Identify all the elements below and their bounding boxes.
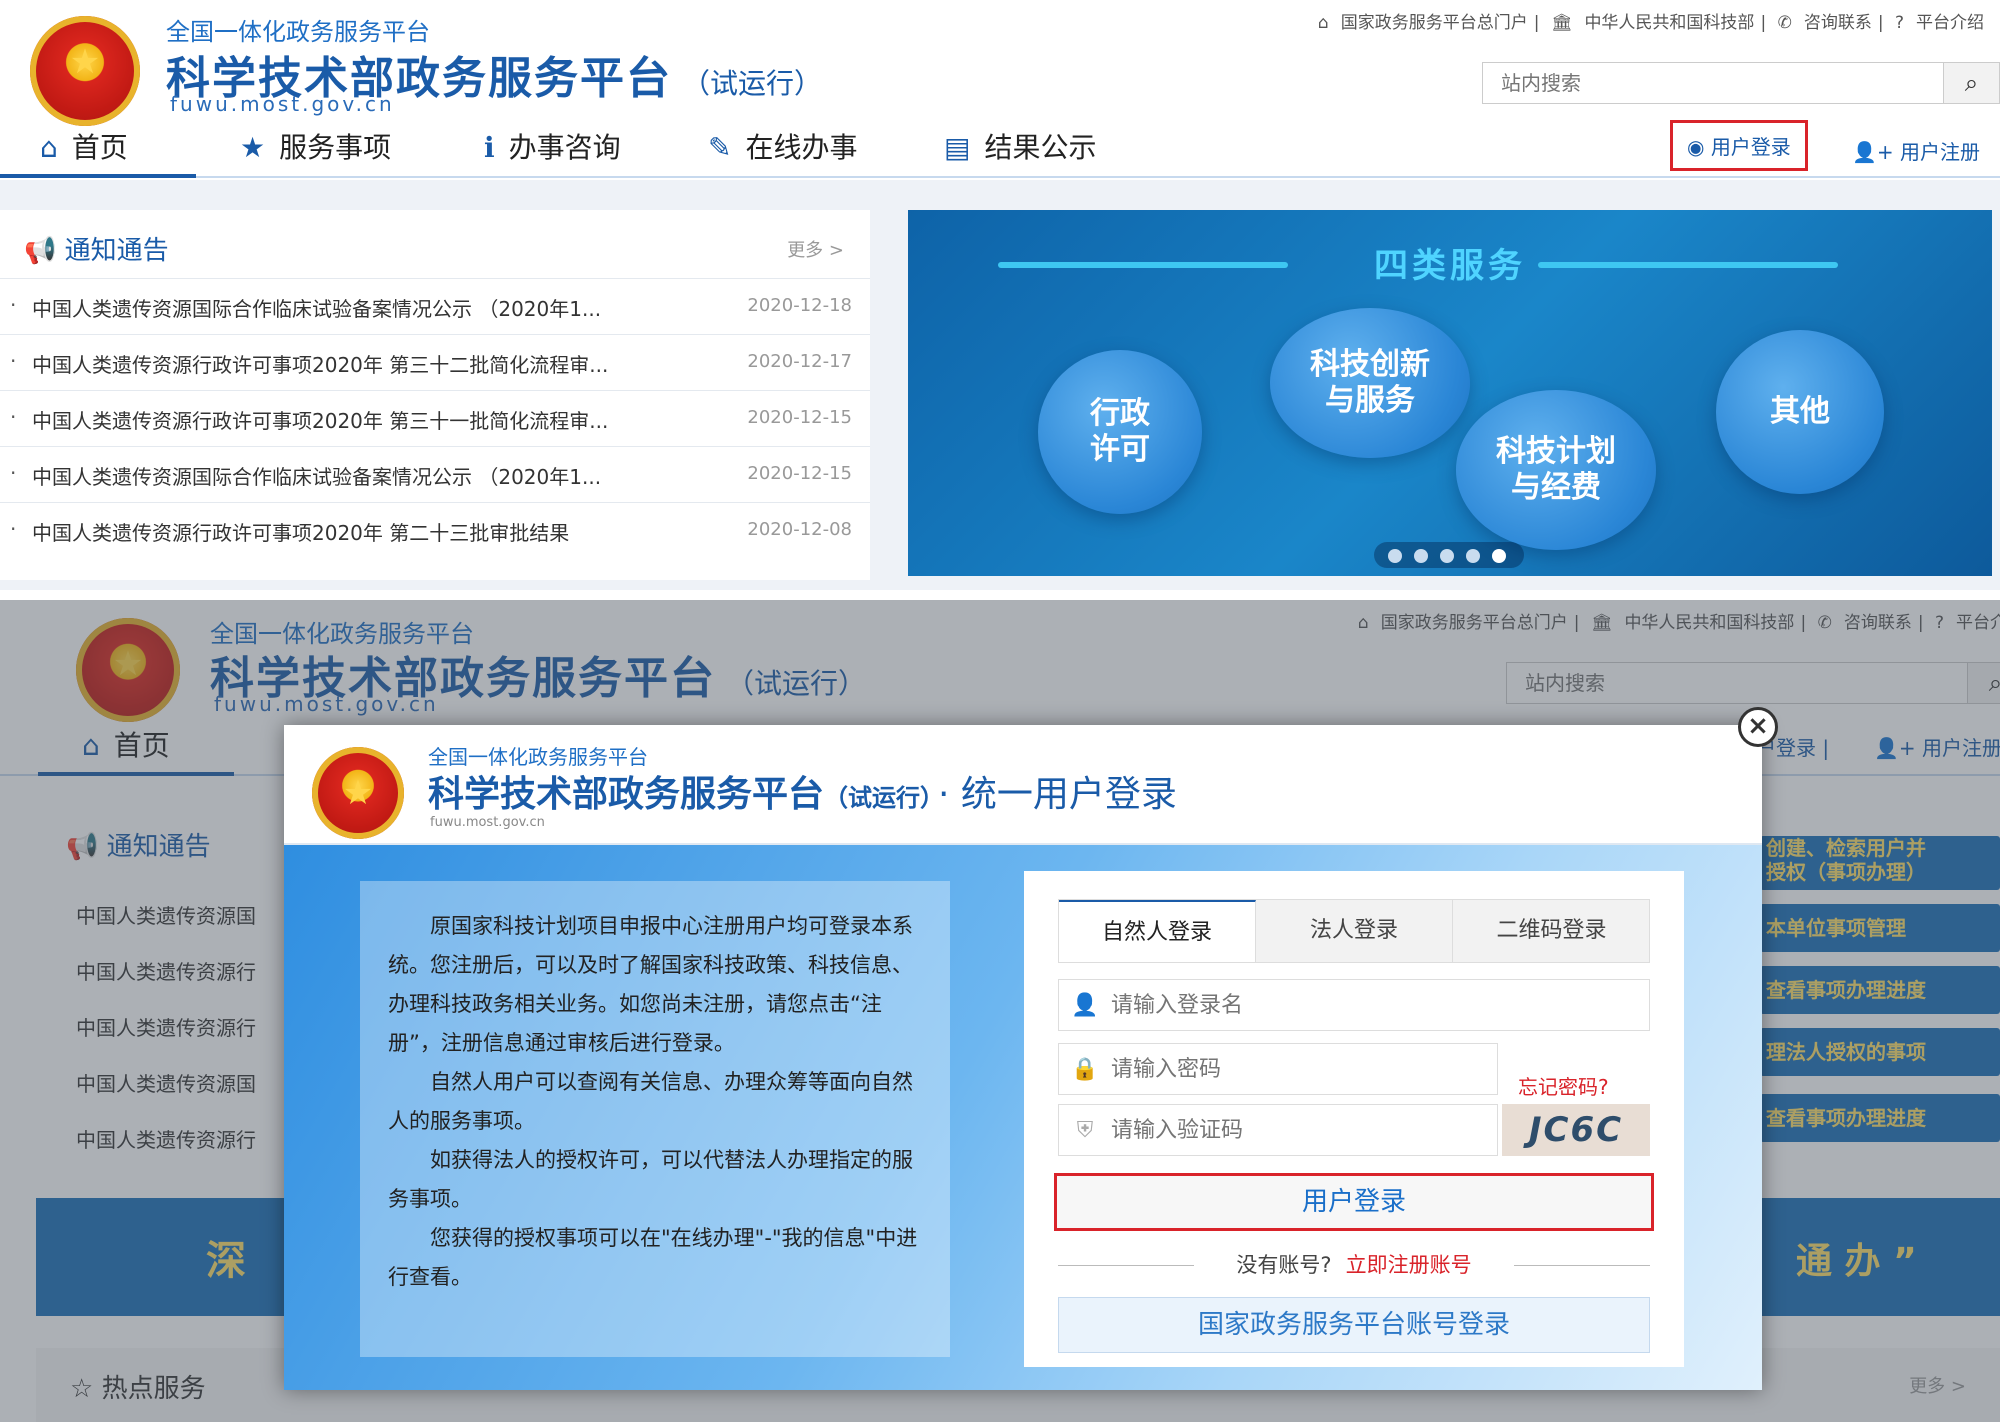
carousel-dot[interactable] — [1466, 549, 1480, 563]
notice-more-link[interactable]: 更多 > — [787, 236, 844, 262]
bubble-plan-funding[interactable]: 科技计划 与经费 — [1456, 390, 1656, 550]
captcha-input[interactable] — [1111, 1111, 1481, 1149]
banner-title: 四类服务 — [1374, 246, 1526, 286]
forgot-password-link[interactable]: 忘记密码? — [1518, 1071, 1609, 1100]
carousel-dot[interactable] — [1414, 549, 1428, 563]
bubble-other[interactable]: 其他 — [1716, 330, 1884, 494]
notice-panel: 📢 通知通告 更多 > 中国人类遗传资源国际合作临床试验备案情况公示 （2020… — [0, 210, 870, 580]
star-icon: ★ — [240, 131, 266, 164]
top-link-about[interactable]: 平台介绍 — [1916, 13, 1984, 33]
login-modal: 全国一体化政务服务平台 科学技术部政务服务平台（试运行）· 统一用户登录 fuw… — [284, 725, 1762, 1390]
gov-platform-login-button[interactable]: 国家政务服务平台账号登录 — [1058, 1297, 1650, 1353]
user-register-button[interactable]: 👤+ 用户注册 — [1852, 136, 1980, 165]
top-links: ⌂ 国家政务服务平台总门户 | 🏛 中华人民共和国科技部 | ✆ 咨询联系 | ? 平台介绍 — [1317, 13, 1984, 33]
lock-icon: 🔒 — [1071, 1057, 1099, 1082]
user-plus-icon: 👤+ — [1852, 140, 1901, 164]
list-icon: ▤ — [944, 131, 971, 164]
password-input[interactable] — [1111, 1050, 1481, 1088]
user-login-button[interactable]: ◉ 用户登录 — [1670, 120, 1808, 171]
shield-icon: ⛨ — [1076, 1118, 1094, 1143]
nav-services[interactable]: ★ 服务事项 — [240, 126, 391, 166]
question-icon: ? — [1894, 13, 1904, 33]
pencil-icon: ✎ — [708, 131, 732, 164]
bubble-innovation[interactable]: 科技创新 与服务 — [1270, 308, 1470, 458]
login-modal-screenshot: 全国一体化政务服务平台 科学技术部政务服务平台（试运行） fuwu.most.g… — [0, 600, 2000, 1422]
national-emblem-logo — [312, 747, 404, 839]
info-paragraph: 如获得法人的授权许可，可以代替法人办理指定的服务事项。 — [388, 1148, 913, 1211]
site-header: 全国一体化政务服务平台 科学技术部政务服务平台（试运行） fuwu.most.g… — [0, 0, 2000, 180]
login-info-text: 原国家科技计划项目申报中心注册用户均可登录本系统。您注册后，可以及时了解国家科技… — [360, 881, 950, 1357]
notice-item[interactable]: 中国人类遗传资源行政许可事项2020年 第三十二批简化流程审...2020-12… — [0, 334, 870, 390]
homepage-screenshot: 全国一体化政务服务平台 科学技术部政务服务平台（试运行） fuwu.most.g… — [0, 0, 2000, 590]
national-emblem-logo — [30, 16, 140, 126]
captcha-field: ⛨ — [1058, 1104, 1498, 1156]
megaphone-icon: 📢 — [24, 236, 65, 266]
captcha-image[interactable]: JC6C — [1502, 1104, 1650, 1156]
tab-legal-person[interactable]: 法人登录 — [1256, 900, 1453, 962]
username-input[interactable] — [1111, 986, 1631, 1024]
home-icon: ⌂ — [1317, 13, 1329, 33]
modal-body: 原国家科技计划项目申报中心注册用户均可登录本系统。您注册后，可以及时了解国家科技… — [284, 845, 1762, 1390]
user-login-submit-button[interactable]: 用户登录 — [1054, 1173, 1654, 1231]
login-form: 自然人登录 法人登录 二维码登录 👤 🔒 忘记密码? ⛨ JC6C — [1024, 871, 1684, 1367]
info-paragraph: 自然人用户可以查阅有关信息、办理众筹等面向自然人的服务事项。 — [388, 1070, 913, 1133]
close-icon[interactable]: × — [1738, 707, 1778, 747]
password-field: 🔒 — [1058, 1043, 1498, 1095]
notice-title: 📢 通知通告 — [24, 236, 169, 266]
notice-item[interactable]: 中国人类遗传资源行政许可事项2020年 第二十三批审批结果2020-12-08 — [0, 502, 870, 558]
search-input[interactable] — [1483, 63, 1943, 103]
register-now-link[interactable]: 立即注册账号 — [1346, 1253, 1472, 1277]
top-link-most[interactable]: 中华人民共和国科技部 — [1584, 13, 1754, 33]
notice-item[interactable]: 中国人类遗传资源行政许可事项2020年 第三十一批简化流程审...2020-12… — [0, 390, 870, 446]
no-account-row: 没有账号? 立即注册账号 — [1058, 1249, 1650, 1283]
search-icon[interactable]: ⌕ — [1943, 63, 1999, 103]
info-icon: ℹ — [484, 131, 495, 164]
modal-title: 科学技术部政务服务平台（试运行） · 统一用户登录 — [428, 774, 1177, 815]
nav-home[interactable]: ⌂ 首页 — [0, 126, 196, 178]
modal-url: fuwu.most.gov.cn — [430, 815, 545, 830]
username-field: 👤 — [1058, 979, 1650, 1031]
notice-item[interactable]: 中国人类遗传资源国际合作临床试验备案情况公示 （2020年1...2020-12… — [0, 446, 870, 502]
carousel-dot[interactable] — [1440, 549, 1454, 563]
carousel-dot[interactable] — [1388, 549, 1402, 563]
login-tabs: 自然人登录 法人登录 二维码登录 — [1058, 899, 1650, 963]
home-icon: ⌂ — [40, 131, 58, 164]
site-search: ⌕ — [1482, 62, 2000, 104]
site-url: fuwu.most.gov.cn — [170, 92, 395, 116]
top-link-portal[interactable]: 国家政务服务平台总门户 — [1341, 13, 1528, 33]
nav-online[interactable]: ✎ 在线办事 — [708, 126, 857, 166]
info-paragraph: 您获得的授权事项可以在"在线办理"-"我的信息"中进行查看。 — [388, 1226, 918, 1289]
tab-qr-code[interactable]: 二维码登录 — [1453, 900, 1650, 962]
bubble-admin-license[interactable]: 行政 许可 — [1038, 350, 1202, 514]
nav-consult[interactable]: ℹ 办事咨询 — [484, 126, 621, 166]
phone-icon: ✆ — [1777, 13, 1792, 33]
building-icon: 🏛 — [1550, 13, 1573, 33]
user-icon: 👤 — [1071, 993, 1099, 1018]
carousel-dots — [1374, 542, 1524, 568]
carousel-dot-active[interactable] — [1492, 549, 1506, 563]
info-paragraph: 原国家科技计划项目申报中心注册用户均可登录本系统。您注册后，可以及时了解国家科技… — [388, 914, 913, 1055]
top-link-contact[interactable]: 咨询联系 — [1804, 13, 1872, 33]
main-nav: ⌂ 首页 ★ 服务事项 ℹ 办事咨询 ✎ 在线办事 ▤ 结果公示 ◉ 用户登录 👤+ 用户… — [0, 120, 2000, 178]
services-banner[interactable]: 四类服务 行政 许可 科技创新 与服务 科技计划 与经费 其他 — [908, 210, 1992, 576]
user-circle-icon: ◉ — [1687, 135, 1711, 159]
nav-results[interactable]: ▤ 结果公示 — [944, 126, 1096, 166]
modal-header: 全国一体化政务服务平台 科学技术部政务服务平台（试运行）· 统一用户登录 fuw… — [284, 725, 1762, 845]
tab-natural-person[interactable]: 自然人登录 — [1059, 900, 1256, 962]
notice-item[interactable]: 中国人类遗传资源国际合作临床试验备案情况公示 （2020年1...2020-12… — [0, 278, 870, 334]
